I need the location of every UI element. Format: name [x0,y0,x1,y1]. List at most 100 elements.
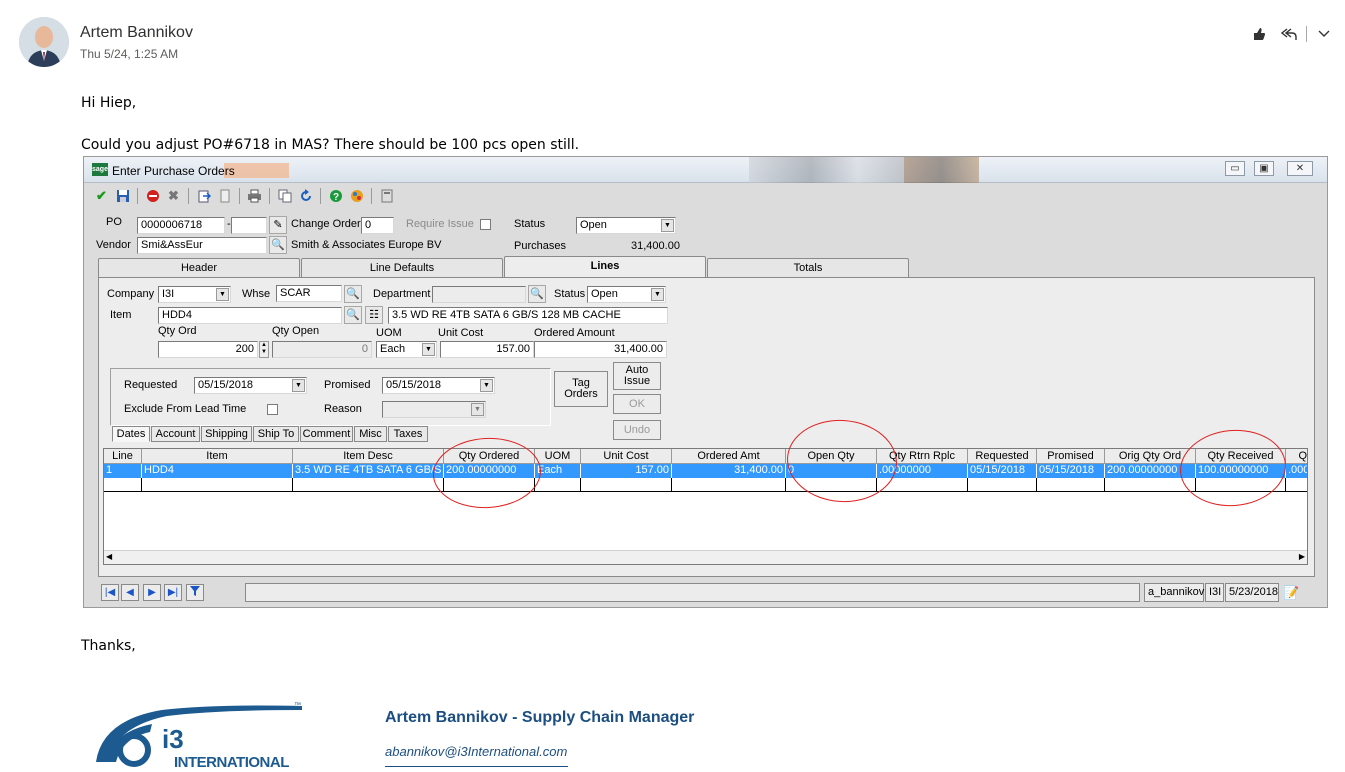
whse-field[interactable]: SCAR [276,285,342,302]
copy-icon[interactable] [275,187,294,206]
cell-item-desc[interactable]: 3.5 WD RE 4TB SATA 6 GB/S 1 [293,464,444,478]
ok-button[interactable]: OK [613,394,661,414]
memo-icon[interactable] [215,187,234,206]
scroll-left-icon[interactable]: ◀ [106,552,112,561]
dropdown-arrow-icon[interactable]: ▼ [651,288,664,301]
delete-icon[interactable]: ✖ [164,187,183,206]
minimize-button[interactable]: ▭ [1225,161,1245,176]
qty-ord-field[interactable]: 200 [158,341,258,358]
item-lookup-icon[interactable]: 🔍 [344,306,362,324]
cell-ordered-amt[interactable]: 31,400.00 [672,464,786,478]
table-row[interactable]: 1 HDD4 3.5 WD RE 4TB SATA 6 GB/S 1 200.0… [104,464,1307,478]
thumbs-up-icon[interactable] [1246,21,1272,47]
dropdown-arrow-icon[interactable]: ▼ [480,379,493,392]
subtab-ship-to[interactable]: Ship To [253,426,299,442]
refresh-icon[interactable] [296,187,315,206]
vendor-field[interactable]: Smi&AssEur [137,237,267,254]
column-header-uom[interactable]: UOM [535,449,581,464]
dropdown-arrow-icon[interactable]: ▼ [661,219,674,232]
unit-cost-field[interactable]: 157.00 [440,341,534,358]
subtab-misc[interactable]: Misc [354,426,387,442]
change-order-field[interactable]: 0 [361,217,394,234]
restore-button[interactable]: ▣ [1254,161,1274,176]
status-dropdown[interactable]: Open ▼ [576,217,676,234]
previous-record-icon[interactable]: ◀ [121,584,139,601]
filter-icon[interactable] [186,584,204,601]
subtab-taxes[interactable]: Taxes [388,426,428,442]
save-icon[interactable] [113,187,132,206]
tab-lines[interactable]: Lines [504,256,706,278]
dropdown-arrow-icon[interactable]: ▼ [292,379,305,392]
column-header-truncated[interactable]: Q [1286,449,1307,464]
help-icon[interactable]: ? [326,187,345,206]
auto-issue-button[interactable]: Auto Issue [613,362,661,390]
subtab-account[interactable]: Account [151,426,200,442]
dropdown-arrow-icon[interactable]: ▼ [422,343,435,356]
horizontal-scrollbar[interactable]: ◀ ▶ [104,550,1307,564]
whse-lookup-icon[interactable]: 🔍 [344,285,362,303]
column-header-item-desc[interactable]: Item Desc [293,449,444,464]
cell-requested[interactable]: 05/15/2018 [968,464,1037,478]
column-header-unit-cost[interactable]: Unit Cost [581,449,672,464]
first-record-icon[interactable]: |◀ [101,584,119,601]
lines-grid[interactable]: Line Item Item Desc Qty Ordered UOM Unit… [103,448,1308,565]
qty-open-field[interactable]: 0 [272,341,372,358]
vendor-lookup-icon[interactable]: 🔍 [269,236,287,254]
tab-totals[interactable]: Totals [707,258,909,278]
item-field[interactable]: HDD4 [158,307,342,324]
cell-promised[interactable]: 05/15/2018 [1037,464,1105,478]
column-header-item[interactable]: Item [142,449,293,464]
customize-icon[interactable] [347,187,366,206]
subtab-dates[interactable]: Dates [112,426,150,442]
signature-email-link[interactable]: abannikov@i3International.com [385,744,567,759]
column-header-promised[interactable]: Promised [1037,449,1105,464]
cell-truncated[interactable]: .000 [1286,464,1307,478]
close-button[interactable]: ✕ [1287,161,1313,176]
cell-line[interactable]: 1 [104,464,142,478]
item-description-field[interactable]: 3.5 WD RE 4TB SATA 6 GB/S 128 MB CACHE [388,307,668,324]
sender-name[interactable]: Artem Bannikov [80,24,193,42]
column-header-line[interactable]: Line [104,449,142,464]
exclude-lead-time-checkbox[interactable] [267,404,278,415]
undo-button[interactable]: Undo [613,420,661,440]
department-field[interactable] [432,286,526,303]
uom-dropdown[interactable]: Each ▼ [376,341,437,358]
tag-orders-button[interactable]: Tag Orders [554,371,608,407]
requested-date-field[interactable]: 05/15/2018 ▼ [194,377,307,394]
po-lookup-icon[interactable]: ✎ [269,216,287,234]
next-record-icon[interactable]: ▶ [143,584,161,601]
ordered-amount-field[interactable]: 31,400.00 [534,341,667,358]
chevron-down-icon[interactable] [1311,21,1337,47]
reason-dropdown[interactable]: ▼ [382,401,486,418]
subtab-shipping[interactable]: Shipping [201,426,252,442]
print-icon[interactable] [245,187,264,206]
qty-spinner-icon[interactable]: ▲ ▼ [259,341,269,358]
tab-header[interactable]: Header [98,258,300,278]
subtab-comment[interactable]: Comment [300,426,353,442]
po-suffix-field[interactable] [231,217,267,234]
tab-line-defaults[interactable]: Line Defaults [301,258,503,278]
promised-date-field[interactable]: 05/15/2018 ▼ [382,377,495,394]
require-issue-checkbox[interactable] [480,219,491,230]
reply-all-icon[interactable] [1276,21,1302,47]
copy-from-icon[interactable] [194,187,213,206]
line-status-dropdown[interactable]: Open ▼ [587,286,666,303]
dropdown-arrow-icon[interactable]: ▼ [471,403,484,416]
scroll-right-icon[interactable]: ▶ [1299,552,1305,561]
cell-unit-cost[interactable]: 157.00 [581,464,672,478]
accept-icon[interactable]: ✔ [92,187,111,206]
cell-uom[interactable]: Each [535,464,581,478]
dropdown-arrow-icon[interactable]: ▼ [216,288,229,301]
table-row-empty[interactable] [104,478,1307,492]
cell-item[interactable]: HDD4 [142,464,293,478]
po-field[interactable]: 0000006718 [137,217,225,234]
cancel-icon[interactable] [143,187,162,206]
calculator-icon[interactable] [377,187,396,206]
notes-icon[interactable]: 📝 [1283,585,1299,601]
department-lookup-icon[interactable]: 🔍 [528,285,546,303]
column-header-requested[interactable]: Requested [968,449,1037,464]
company-dropdown[interactable]: I3I ▼ [158,286,231,303]
last-record-icon[interactable]: ▶| [164,584,182,601]
column-header-ordered-amt[interactable]: Ordered Amt [672,449,786,464]
item-tree-icon[interactable]: ☷ [365,306,383,324]
